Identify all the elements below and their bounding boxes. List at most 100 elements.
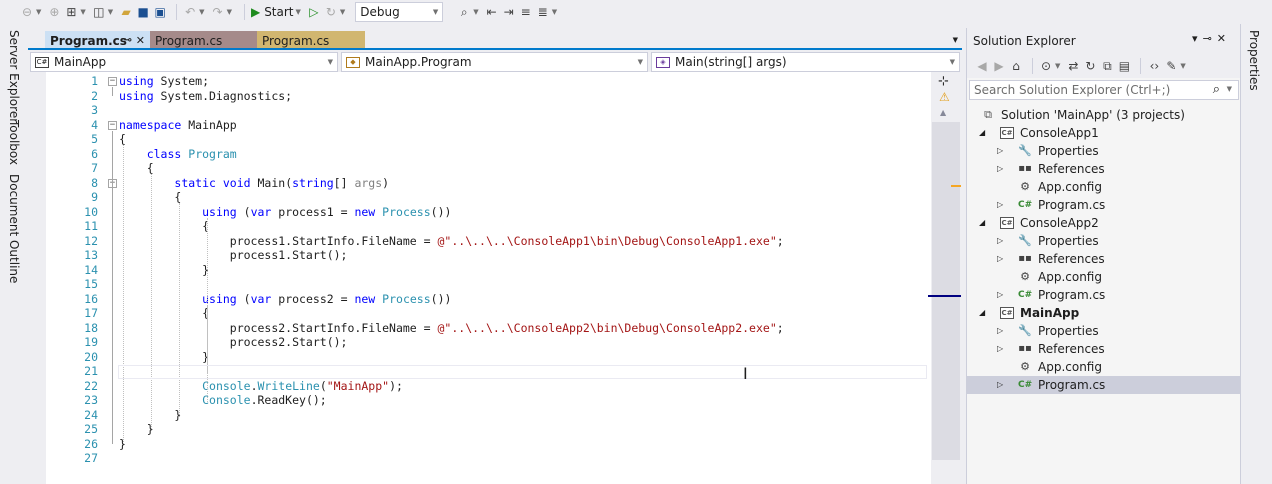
- indent-icon[interactable]: ⇥: [502, 2, 516, 22]
- server-explorer-tab[interactable]: Server Explorer: [7, 30, 21, 123]
- editor-vertical-scrollbar[interactable]: ⊹ ⚠ ▲: [928, 72, 962, 484]
- properties-wrench-icon[interactable]: ✎: [1164, 56, 1178, 76]
- solution-explorer-search-input[interactable]: Search Solution Explorer (Ctrl+;) ⌕ ▼: [969, 80, 1239, 100]
- navigate-back-icon[interactable]: ⊖: [20, 2, 34, 22]
- outdent-icon[interactable]: ⇤: [485, 2, 499, 22]
- undo-icon[interactable]: ↶: [183, 2, 197, 22]
- code-line[interactable]: 8 static void Main(string[] args): [46, 176, 931, 191]
- code-line[interactable]: 25 }: [46, 422, 931, 437]
- expand-arrow-icon[interactable]: ▷: [997, 196, 1003, 214]
- tree-node[interactable]: ⚙ App.config: [967, 358, 1241, 376]
- expand-arrow-icon[interactable]: ▷: [997, 340, 1003, 358]
- properties-tab[interactable]: Properties: [1247, 30, 1261, 91]
- expand-arrow-icon[interactable]: ▷: [997, 160, 1003, 178]
- collapse-region-icon[interactable]: −: [108, 120, 117, 130]
- scroll-up-icon[interactable]: ▲: [940, 108, 946, 117]
- solution-configuration-select[interactable]: Debug ▼: [355, 2, 444, 22]
- chevron-down-icon[interactable]: ▼: [340, 8, 345, 16]
- chevron-down-icon[interactable]: ▼: [1180, 62, 1185, 70]
- start-button[interactable]: ▶ Start: [251, 2, 294, 22]
- tree-node[interactable]: ◢ C# ConsoleApp1: [967, 124, 1241, 142]
- document-outline-tab[interactable]: Document Outline: [7, 174, 21, 283]
- tree-node[interactable]: ▷ ▪▪ References: [967, 340, 1241, 358]
- collapse-all-icon[interactable]: ⧉: [1100, 56, 1114, 76]
- chevron-down-icon[interactable]: ▼: [473, 8, 478, 16]
- expand-arrow-icon[interactable]: ▷: [997, 142, 1003, 160]
- find-in-files-icon[interactable]: ⌕: [457, 2, 471, 22]
- tree-node[interactable]: ⧉ Solution 'MainApp' (3 projects): [967, 106, 1241, 124]
- warning-icon[interactable]: ⚠: [939, 90, 950, 104]
- restart-icon[interactable]: ↻: [324, 2, 338, 22]
- tab-overflow-dropdown-icon[interactable]: ▼: [953, 36, 958, 44]
- collapse-arrow-icon[interactable]: ◢: [979, 124, 985, 142]
- code-line[interactable]: 7 {: [46, 161, 931, 176]
- expand-arrow-icon[interactable]: ▷: [997, 250, 1003, 268]
- sync-with-document-icon[interactable]: ⇄: [1066, 56, 1080, 76]
- toolbox-tab[interactable]: Toolbox: [7, 120, 21, 165]
- start-without-debugging-icon[interactable]: ▷: [307, 2, 321, 22]
- forward-icon[interactable]: ▶: [992, 56, 1006, 76]
- code-line[interactable]: 2 using System.Diagnostics;: [46, 89, 931, 104]
- chevron-down-icon[interactable]: ▼: [199, 8, 204, 16]
- show-all-files-icon[interactable]: ▤: [1117, 56, 1131, 76]
- tree-node[interactable]: ▷ 🔧 Properties: [967, 142, 1241, 160]
- tree-node[interactable]: ▷ ▪▪ References: [967, 250, 1241, 268]
- back-icon[interactable]: ◀: [975, 56, 989, 76]
- code-line[interactable]: 6 class Program: [46, 147, 931, 162]
- expand-arrow-icon[interactable]: ▷: [997, 232, 1003, 250]
- tree-node[interactable]: ⚙ App.config: [967, 178, 1241, 196]
- chevron-down-icon[interactable]: ▼: [36, 8, 41, 16]
- home-icon[interactable]: ⌂: [1009, 56, 1023, 76]
- type-dropdown[interactable]: ◆ MainApp.Program ▼: [341, 52, 648, 72]
- pending-changes-icon[interactable]: ⊙: [1039, 56, 1053, 76]
- chevron-down-icon[interactable]: ▼: [108, 8, 113, 16]
- chevron-down-icon[interactable]: ▼: [227, 8, 232, 16]
- expand-arrow-icon[interactable]: ▷: [997, 286, 1003, 304]
- collapse-arrow-icon[interactable]: ◢: [979, 304, 985, 322]
- chevron-down-icon[interactable]: ▼: [1227, 85, 1232, 93]
- tree-node[interactable]: ◢ C# ConsoleApp2: [967, 214, 1241, 232]
- collapse-arrow-icon[interactable]: ◢: [979, 214, 985, 232]
- open-folder-icon[interactable]: ▰: [119, 2, 133, 22]
- member-dropdown[interactable]: ◈ Main(string[] args) ▼: [651, 52, 960, 72]
- save-icon[interactable]: ■: [136, 2, 150, 22]
- save-all-icon[interactable]: ▣: [153, 2, 167, 22]
- pin-icon[interactable]: ⊸: [124, 35, 132, 46]
- code-line[interactable]: 27: [46, 451, 931, 466]
- redo-icon[interactable]: ↷: [211, 2, 225, 22]
- code-line[interactable]: 5{: [46, 132, 931, 147]
- navigate-forward-icon[interactable]: ⊕: [47, 2, 61, 22]
- tree-node[interactable]: ◢ C# MainApp: [967, 304, 1241, 322]
- comment-icon[interactable]: ≡: [519, 2, 533, 22]
- chevron-down-icon[interactable]: ▼: [80, 8, 85, 16]
- expand-arrow-icon[interactable]: ▷: [997, 376, 1003, 394]
- tree-node[interactable]: ▷ C# Program.cs: [967, 286, 1241, 304]
- scrollbar-thumb[interactable]: [932, 122, 960, 460]
- project-dropdown[interactable]: C# MainApp ▼: [30, 52, 338, 72]
- code-line[interactable]: 1 using System;: [46, 74, 931, 89]
- refresh-icon[interactable]: ↻: [1083, 56, 1097, 76]
- tree-node[interactable]: ▷ C# Program.cs: [967, 196, 1241, 214]
- uncomment-icon[interactable]: ≣: [536, 2, 550, 22]
- tree-node[interactable]: ⚙ App.config: [967, 268, 1241, 286]
- tree-node[interactable]: ▷ ▪▪ References: [967, 160, 1241, 178]
- split-window-icon[interactable]: ⊹: [938, 74, 949, 89]
- close-icon[interactable]: ✕: [136, 34, 145, 47]
- code-editor[interactable]: 1 using System; 2 using System.Diagnostics;…: [46, 72, 931, 484]
- close-icon[interactable]: ✕: [1217, 32, 1231, 45]
- tree-node[interactable]: ▷ C# Program.cs: [967, 376, 1241, 394]
- code-line[interactable]: 26}: [46, 437, 931, 452]
- pin-icon[interactable]: ⊸: [1203, 32, 1217, 45]
- tree-node[interactable]: ▷ 🔧 Properties: [967, 232, 1241, 250]
- code-line[interactable]: 3: [46, 103, 931, 118]
- code-line[interactable]: 4 namespace MainApp: [46, 118, 931, 133]
- chevron-down-icon[interactable]: ▼: [296, 8, 301, 16]
- view-code-icon[interactable]: ‹›: [1147, 56, 1161, 76]
- chevron-down-icon[interactable]: ▼: [1055, 62, 1060, 70]
- add-item-icon[interactable]: ◫: [92, 2, 106, 22]
- chevron-down-icon[interactable]: ▼: [552, 8, 557, 16]
- expand-arrow-icon[interactable]: ▷: [997, 322, 1003, 340]
- new-project-icon[interactable]: ⊞: [64, 2, 78, 22]
- chevron-down-icon[interactable]: ▾: [1192, 32, 1203, 45]
- search-icon[interactable]: ⌕: [1213, 82, 1220, 97]
